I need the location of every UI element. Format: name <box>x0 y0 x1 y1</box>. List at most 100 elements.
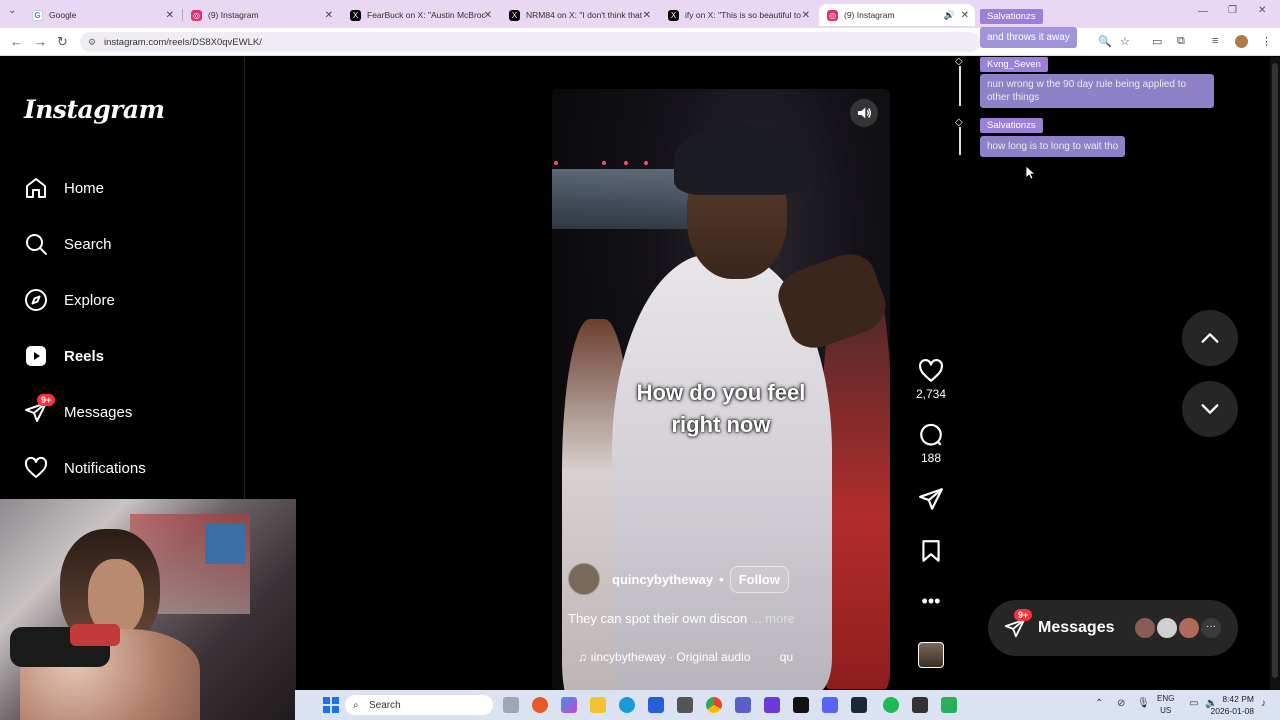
sidebar-item-notifications[interactable]: Notifications <box>24 454 146 482</box>
app-icon[interactable] <box>941 697 957 713</box>
taskbar-search[interactable]: ⌕ Search <box>345 695 493 715</box>
tray-chevron-icon[interactable]: ⌃ <box>1095 698 1103 709</box>
brave-icon[interactable] <box>532 697 548 713</box>
reload-icon[interactable]: ↻ <box>57 34 68 50</box>
obs-icon[interactable] <box>912 697 928 713</box>
string-lights <box>552 161 662 165</box>
separator-dot: • <box>719 571 724 587</box>
tab-instagram-active[interactable]: ◎ (9) Instagram 🔊 ✕ <box>819 4 975 26</box>
heart-icon <box>24 456 48 478</box>
messages-dock[interactable]: 9+ Messages ··· <box>988 600 1238 656</box>
teams-icon[interactable] <box>735 697 751 713</box>
network-icon[interactable]: ▭ <box>1189 698 1198 709</box>
store-icon[interactable] <box>677 697 693 713</box>
audio-label: ıincybytheway · Original audio <box>590 650 751 664</box>
star-icon[interactable]: ☆ <box>1120 35 1130 48</box>
next-reel-button[interactable] <box>1182 381 1238 437</box>
share-button[interactable] <box>915 486 947 515</box>
comment-button[interactable]: 188 <box>915 422 947 465</box>
profile-avatar[interactable] <box>1235 35 1248 48</box>
previous-reel-button[interactable] <box>1182 310 1238 366</box>
spotify-icon[interactable] <box>883 697 899 713</box>
author-avatar[interactable] <box>568 563 600 595</box>
music-note-icon: ♫ <box>578 650 587 664</box>
tab-search-chevron-icon[interactable]: ⌄ <box>8 5 16 16</box>
reel-video[interactable]: How do you feel right now quincybytheway… <box>552 89 890 690</box>
reel-caption[interactable]: They can spot their own discon ... more <box>568 611 795 626</box>
sidebar-item-messages[interactable]: 9+ Messages <box>24 394 133 426</box>
microphone-band <box>70 624 120 646</box>
tray-app-icon[interactable]: ⊘ <box>1117 698 1125 709</box>
sidebar-item-label: Messages <box>64 403 133 421</box>
copilot-icon[interactable] <box>561 697 577 713</box>
tab-instagram[interactable]: ◎ (9) Instagram ✕ <box>183 4 339 26</box>
reel-audio[interactable]: ♫ ıincybytheway · Original audio qu <box>578 650 793 664</box>
windows-start-icon[interactable] <box>323 697 339 713</box>
page-scrollbar[interactable] <box>1270 57 1280 690</box>
sidebar-item-home[interactable]: Home <box>24 174 104 202</box>
sidebar-item-explore[interactable]: Explore <box>24 286 115 314</box>
close-icon[interactable]: ✕ <box>643 10 651 21</box>
messages-badge: 9+ <box>1014 609 1033 621</box>
twitch-icon[interactable] <box>764 697 780 713</box>
url-field[interactable]: ⚙ instagram.com/reels/DS8X0qvEWLK/ <box>80 32 980 52</box>
site-info-icon[interactable]: ⚙ <box>88 37 96 48</box>
chat-rail <box>959 66 961 106</box>
save-button[interactable] <box>915 538 947 567</box>
address-bar: ← → ↻ ⚙ instagram.com/reels/DS8X0qvEWLK/… <box>0 28 1280 56</box>
tab-x-fearbuck[interactable]: X FearBuck on X: "Austin McBroom ✕ <box>342 4 498 26</box>
instagram-logo[interactable]: Instagram <box>24 95 165 124</box>
forward-icon[interactable]: → <box>34 34 47 49</box>
author-username[interactable]: quincybytheway <box>612 572 713 587</box>
taskbar-clock[interactable]: 8:42 PM 2026-01-08 <box>1211 693 1254 717</box>
close-icon[interactable]: ✕ <box>325 10 333 21</box>
edge-icon[interactable] <box>619 697 635 713</box>
chat-message: and throws it away <box>980 27 1077 48</box>
caption-more-link[interactable]: ... more <box>751 611 795 626</box>
minimize-icon[interactable]: — <box>1198 6 1208 17</box>
task-view-icon[interactable] <box>503 697 519 713</box>
file-explorer-icon[interactable] <box>590 697 606 713</box>
overlay-line: How do you feel <box>636 380 806 405</box>
like-button[interactable]: 2,734 <box>915 358 947 401</box>
tab-x-nrm84[interactable]: X NRM84 on X: "I don't think that ✕ <box>501 4 657 26</box>
close-icon[interactable]: ✕ <box>802 10 810 21</box>
steam-icon[interactable] <box>851 697 867 713</box>
notification-bell-icon[interactable]: ♪ <box>1261 698 1266 709</box>
sidebar-item-search[interactable]: Search <box>24 230 112 258</box>
chat-diamond-icon: ◇ <box>955 56 963 67</box>
bookmark-icon <box>922 540 940 562</box>
audio-thumbnail[interactable] <box>918 642 944 668</box>
close-icon[interactable]: ✕ <box>166 10 174 21</box>
scrollbar-thumb[interactable] <box>1272 63 1278 678</box>
menu-dots-icon[interactable]: ⋮ <box>1261 35 1272 48</box>
extensions-icon[interactable]: ⧉ <box>1177 35 1185 48</box>
sidebar-item-reels[interactable]: Reels <box>24 342 104 370</box>
speaker-icon[interactable]: 🔊 <box>944 10 955 21</box>
follow-button[interactable]: Follow <box>729 565 789 593</box>
discord-icon[interactable] <box>822 697 838 713</box>
unmute-button[interactable] <box>850 99 878 127</box>
cast-icon[interactable]: ▭ <box>1152 35 1162 48</box>
language-indicator[interactable]: ENG US <box>1157 693 1174 717</box>
vscode-icon[interactable] <box>648 697 664 713</box>
more-options-button[interactable]: ••• <box>915 592 947 610</box>
media-control-icon[interactable]: ≡ <box>1212 35 1218 47</box>
like-count: 2,734 <box>915 387 947 401</box>
zoom-icon[interactable]: 🔍 <box>1098 35 1112 48</box>
maximize-icon[interactable]: ❐ <box>1228 5 1237 16</box>
reels-icon <box>26 346 46 366</box>
chrome-icon[interactable] <box>706 697 722 713</box>
microphone-icon[interactable]: 🎙 <box>1137 698 1150 709</box>
x-icon: X <box>350 9 361 21</box>
tab-x-ify[interactable]: X ify on X: "This is so beautiful to ✕ <box>660 4 816 26</box>
close-icon[interactable]: ✕ <box>484 10 492 21</box>
back-icon[interactable]: ← <box>10 34 23 49</box>
language-code: ENG <box>1157 694 1175 703</box>
tiktok-icon[interactable] <box>793 697 809 713</box>
close-icon[interactable]: ✕ <box>961 10 969 21</box>
tab-title: (9) Instagram <box>208 10 259 20</box>
close-window-icon[interactable]: ✕ <box>1258 5 1266 16</box>
tab-google[interactable]: G Google ✕ <box>24 4 180 26</box>
instagram-icon: ◎ <box>827 9 838 21</box>
